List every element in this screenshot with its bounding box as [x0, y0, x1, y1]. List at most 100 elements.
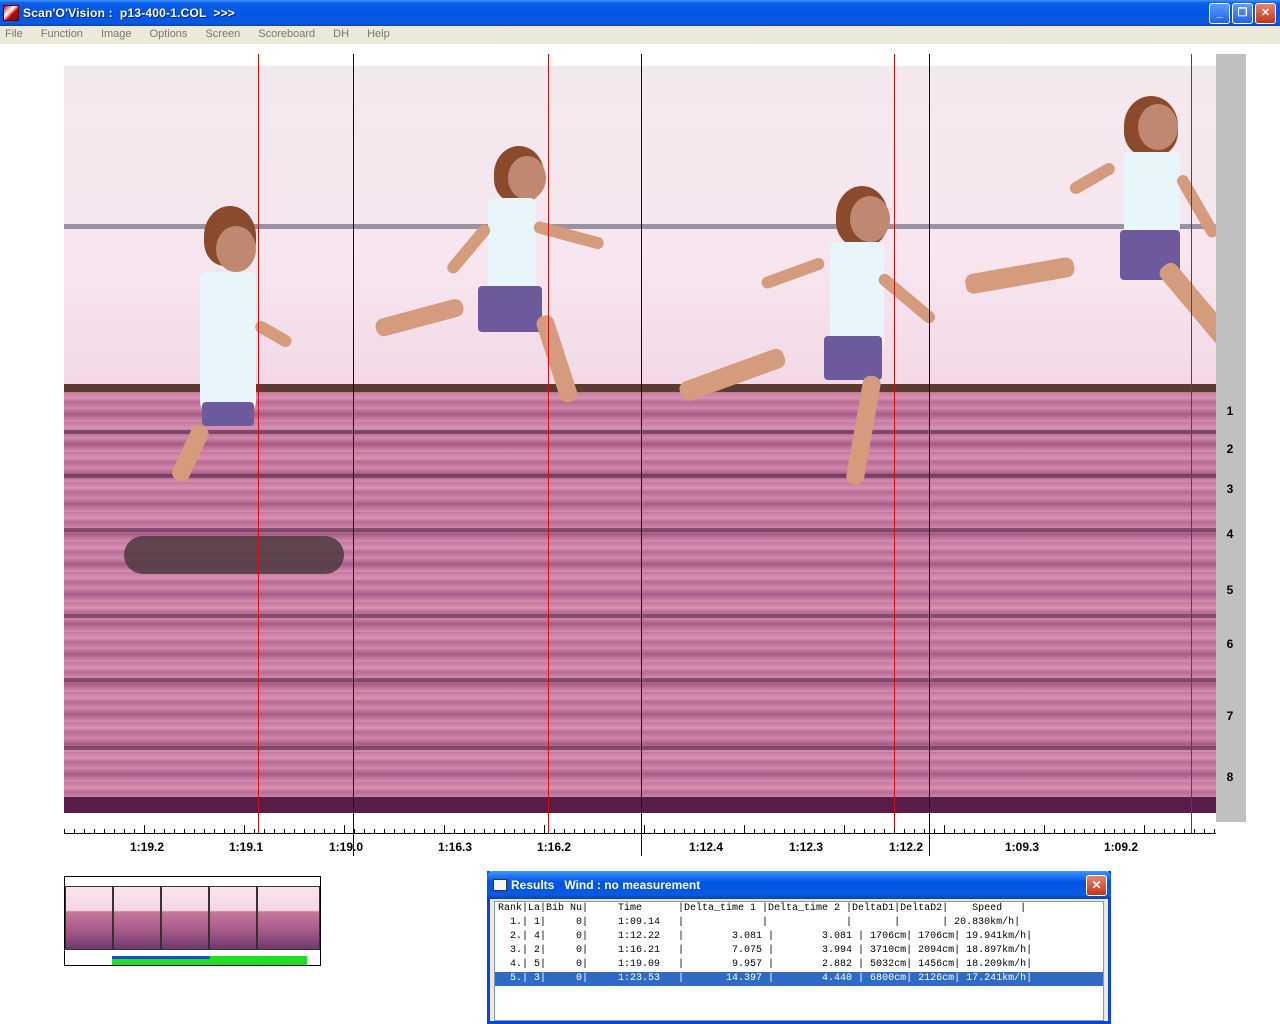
- navigator-progress-bar[interactable]: [112, 956, 307, 965]
- axis-tick: [794, 829, 795, 833]
- axis-tick: [1104, 829, 1105, 833]
- lane-number: 4: [1226, 527, 1234, 541]
- axis-tick: [674, 829, 675, 833]
- axis-tick: [814, 829, 815, 833]
- lane-line: [64, 614, 1216, 618]
- thumbnail-frame[interactable]: [65, 886, 113, 950]
- time-axis-label: 1:09.3: [1004, 840, 1040, 854]
- track-bottom: [64, 797, 1216, 813]
- thumbnail-navigator[interactable]: [64, 876, 321, 966]
- axis-tick: [624, 829, 625, 833]
- axis-tick: [284, 829, 285, 833]
- menu-scoreboard[interactable]: Scoreboard: [258, 26, 323, 44]
- menu-help[interactable]: Help: [367, 26, 398, 44]
- axis-tick: [74, 829, 75, 833]
- finish-line-marker[interactable]: [548, 54, 549, 834]
- lane-line: [64, 678, 1216, 682]
- minimize-button[interactable]: _: [1209, 3, 1230, 24]
- axis-tick: [1064, 829, 1065, 833]
- axis-tick: [1194, 829, 1195, 833]
- axis-tick: [274, 829, 275, 833]
- axis-tick: [834, 829, 835, 833]
- results-row[interactable]: 2.| 4| 0| 1:12.22 | 3.081 | 3.081 | 1706…: [495, 930, 1103, 944]
- axis-tick: [1204, 829, 1205, 833]
- axis-tick: [1144, 825, 1145, 833]
- axis-tick: [144, 825, 145, 833]
- restore-button[interactable]: ❐: [1232, 3, 1253, 24]
- axis-tick: [564, 829, 565, 833]
- lane-number: 3: [1226, 482, 1234, 496]
- axis-tick: [774, 829, 775, 833]
- axis-tick: [194, 829, 195, 833]
- photo-finish-image[interactable]: [64, 66, 1216, 813]
- axis-tick: [234, 829, 235, 833]
- results-row-selected[interactable]: 5.| 3| 0| 1:23.53 | 14.397 | 4.440 | 680…: [495, 972, 1103, 986]
- lane-line: [64, 528, 1216, 532]
- axis-tick: [1114, 829, 1115, 833]
- axis-tick: [504, 829, 505, 833]
- axis-tick: [924, 829, 925, 833]
- lane-line: [64, 430, 1216, 434]
- finish-line-marker[interactable]: [1191, 54, 1192, 834]
- results-title: Results Wind : no measurement: [511, 878, 701, 892]
- axis-tick: [824, 829, 825, 833]
- thumbnail-frame[interactable]: [257, 886, 320, 950]
- axis-tick: [64, 829, 65, 833]
- axis-tick: [714, 829, 715, 833]
- menu-file[interactable]: File: [5, 26, 31, 44]
- results-row[interactable]: 3.| 2| 0| 1:16.21 | 7.075 | 3.994 | 3710…: [495, 944, 1103, 958]
- axis-tick: [124, 829, 125, 833]
- finish-line-marker[interactable]: [894, 54, 895, 834]
- menu-dh[interactable]: DH: [333, 26, 357, 44]
- results-row[interactable]: 1.| 1| 0| 1:09.14 | | | | | 20.830km/h|: [495, 916, 1103, 930]
- time-axis-label: 1:16.2: [536, 840, 572, 854]
- axis-tick: [434, 829, 435, 833]
- axis-tick: [1174, 829, 1175, 833]
- axis-tick: [474, 829, 475, 833]
- printer-icon[interactable]: [493, 879, 507, 891]
- axis-tick: [1124, 829, 1125, 833]
- menu-function[interactable]: Function: [41, 26, 91, 44]
- axis-tick: [464, 829, 465, 833]
- window-controls: _ ❐ ✕: [1209, 3, 1276, 24]
- close-button[interactable]: ✕: [1255, 3, 1276, 24]
- axis-tick: [784, 829, 785, 833]
- time-axis-label: 1:16.3: [437, 840, 473, 854]
- axis-tick: [294, 829, 295, 833]
- finish-line-marker[interactable]: [258, 54, 259, 834]
- menu-options[interactable]: Options: [150, 26, 196, 44]
- menu-bar: File Function Image Options Screen Score…: [0, 26, 1280, 44]
- axis-tick: [554, 829, 555, 833]
- axis-tick: [364, 829, 365, 833]
- axis-tick: [604, 829, 605, 833]
- menu-screen[interactable]: Screen: [205, 26, 248, 44]
- thumbnail-frame[interactable]: [209, 886, 257, 950]
- results-close-button[interactable]: ✕: [1086, 875, 1107, 896]
- results-title-bar[interactable]: Results Wind : no measurement ✕: [487, 871, 1111, 899]
- results-table[interactable]: Rank|La|Bib Nu| Time |Delta_time 1 |Delt…: [494, 901, 1104, 1021]
- axis-tick: [854, 829, 855, 833]
- axis-tick: [734, 829, 735, 833]
- axis-tick: [634, 829, 635, 833]
- thumbnail-frame[interactable]: [113, 886, 161, 950]
- axis-tick: [184, 829, 185, 833]
- axis-tick: [314, 829, 315, 833]
- menu-image[interactable]: Image: [101, 26, 140, 44]
- axis-tick: [174, 829, 175, 833]
- lane-number: 6: [1226, 637, 1234, 651]
- axis-tick: [254, 829, 255, 833]
- time-axis-label: 1:19.1: [228, 840, 264, 854]
- axis-tick: [644, 825, 645, 833]
- axis-tick: [494, 829, 495, 833]
- axis-tick: [354, 829, 355, 833]
- axis-tick: [894, 829, 895, 833]
- lane-number: 8: [1226, 770, 1234, 784]
- lane-gutter: [1216, 54, 1246, 822]
- axis-tick: [754, 829, 755, 833]
- results-row[interactable]: 4.| 5| 0| 1:19.09 | 9.957 | 2.882 | 5032…: [495, 958, 1103, 972]
- axis-tick: [304, 829, 305, 833]
- axis-tick: [654, 829, 655, 833]
- axis-tick: [594, 829, 595, 833]
- axis-tick: [974, 829, 975, 833]
- thumbnail-frame[interactable]: [161, 886, 209, 950]
